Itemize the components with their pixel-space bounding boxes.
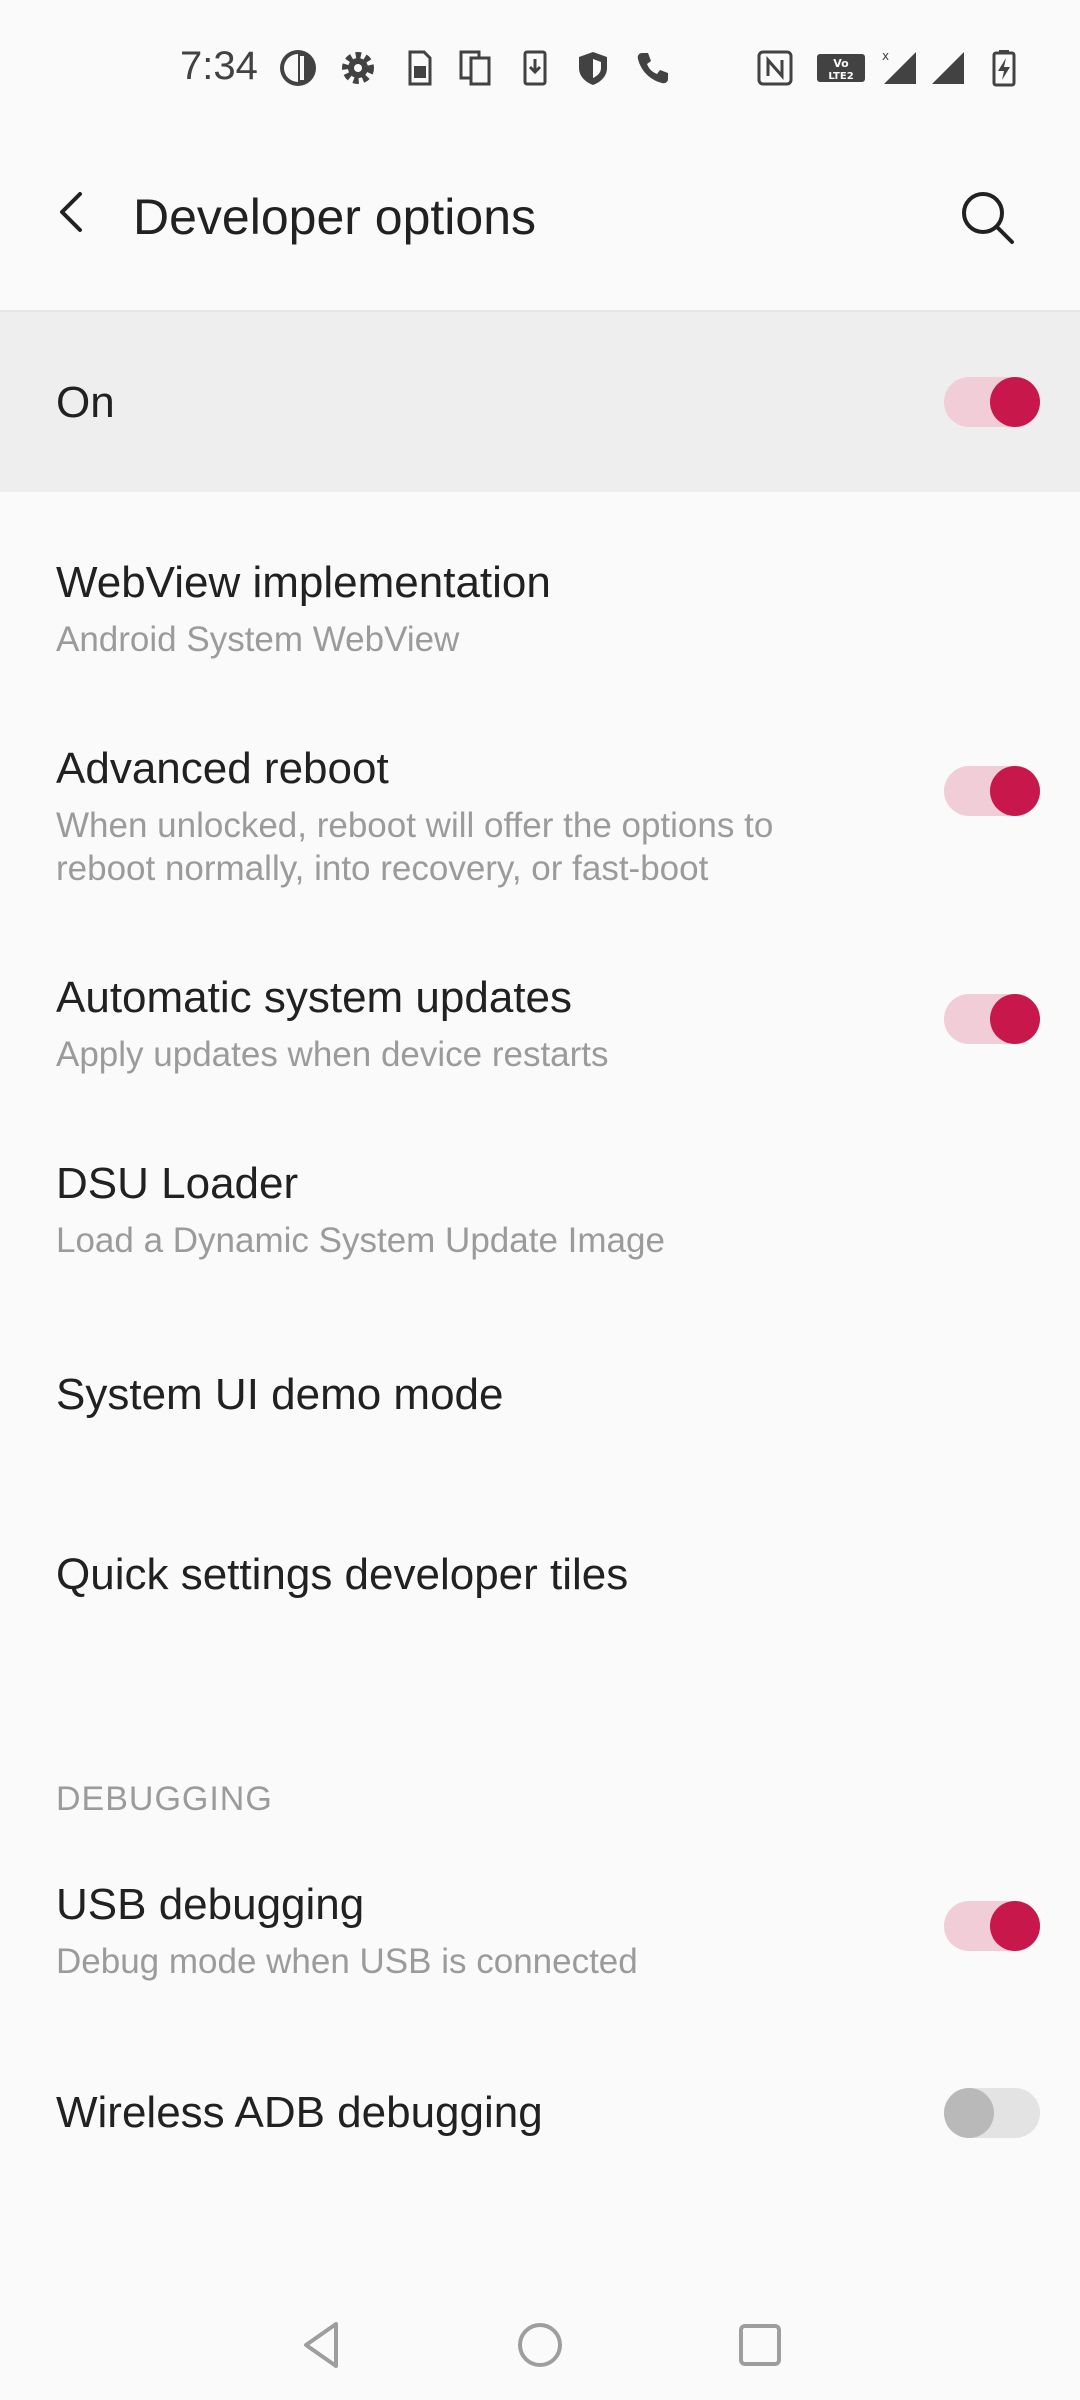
volte-icon: Vo LTE2 — [815, 48, 867, 88]
item-title: Wireless ADB debugging — [56, 2088, 543, 2137]
master-switch-toggle[interactable] — [944, 377, 1040, 427]
item-title: DSU Loader — [56, 1159, 299, 1208]
list-item-system-ui-demo-mode[interactable]: System UI demo mode — [0, 1352, 1080, 1472]
item-title: WebView implementation — [56, 558, 551, 607]
page-title: Developer options — [133, 189, 537, 245]
list-item-webview-implementation[interactable]: WebView implementation Android System We… — [0, 540, 1080, 680]
copy-icon — [455, 48, 495, 88]
master-switch-row[interactable]: On — [0, 312, 1080, 492]
search-icon[interactable] — [954, 184, 1020, 250]
item-summary: Apply updates when device restarts — [56, 1035, 609, 1074]
item-title: Advanced reboot — [56, 744, 389, 793]
item-title: USB debugging — [56, 1880, 365, 1929]
app-bar: Developer options — [0, 136, 1080, 312]
item-summary: Debug mode when USB is connected — [56, 1942, 638, 1981]
nav-back-icon[interactable] — [288, 2310, 358, 2380]
item-summary: Android System WebView — [56, 620, 460, 659]
list-item-dsu-loader[interactable]: DSU Loader Load a Dynamic System Update … — [0, 1141, 1080, 1281]
section-header-debugging: DEBUGGING — [56, 1780, 273, 1818]
status-bar: 7:34 Vo LTE2 x — [0, 0, 1080, 136]
nav-home-icon[interactable] — [505, 2310, 575, 2380]
signal-icon — [928, 48, 968, 88]
signal-icon: x — [880, 48, 920, 88]
gear-icon — [338, 48, 378, 88]
item-summary: Load a Dynamic System Update Image — [56, 1221, 665, 1260]
list-item-automatic-system-updates[interactable]: Automatic system updates Apply updates w… — [0, 955, 1080, 1095]
sim-card-icon — [398, 48, 438, 88]
item-title: Quick settings developer tiles — [56, 1550, 629, 1599]
wireless-adb-debugging-toggle[interactable] — [944, 2088, 1040, 2138]
list-item-usb-debugging[interactable]: USB debugging Debug mode when USB is con… — [0, 1862, 1080, 2002]
svg-text:LTE2: LTE2 — [828, 71, 853, 82]
svg-text:x: x — [882, 49, 889, 63]
master-switch-label: On — [56, 378, 115, 427]
phone-icon — [633, 48, 673, 88]
pie-icon — [278, 48, 318, 88]
nav-recents-icon[interactable] — [725, 2310, 795, 2380]
advanced-reboot-toggle[interactable] — [944, 766, 1040, 816]
list-item-wireless-adb-debugging[interactable]: Wireless ADB debugging — [0, 2070, 1080, 2190]
shield-icon — [573, 48, 613, 88]
svg-text:Vo: Vo — [833, 57, 849, 70]
item-title: Automatic system updates — [56, 973, 573, 1022]
automatic-system-updates-toggle[interactable] — [944, 994, 1040, 1044]
download-icon — [515, 48, 555, 88]
item-summary: When unlocked, reboot will offer the opt… — [56, 806, 774, 888]
status-time: 7:34 — [180, 44, 258, 88]
back-arrow-icon[interactable] — [40, 180, 104, 244]
list-item-advanced-reboot[interactable]: Advanced reboot When unlocked, reboot wi… — [0, 726, 1080, 906]
usb-debugging-toggle[interactable] — [944, 1901, 1040, 1951]
battery-charging-icon — [984, 48, 1024, 88]
list-item-quick-settings-developer-tiles[interactable]: Quick settings developer tiles — [0, 1532, 1080, 1652]
navigation-bar — [0, 2290, 1080, 2400]
item-title: System UI demo mode — [56, 1370, 504, 1419]
nfc-icon — [755, 48, 795, 88]
